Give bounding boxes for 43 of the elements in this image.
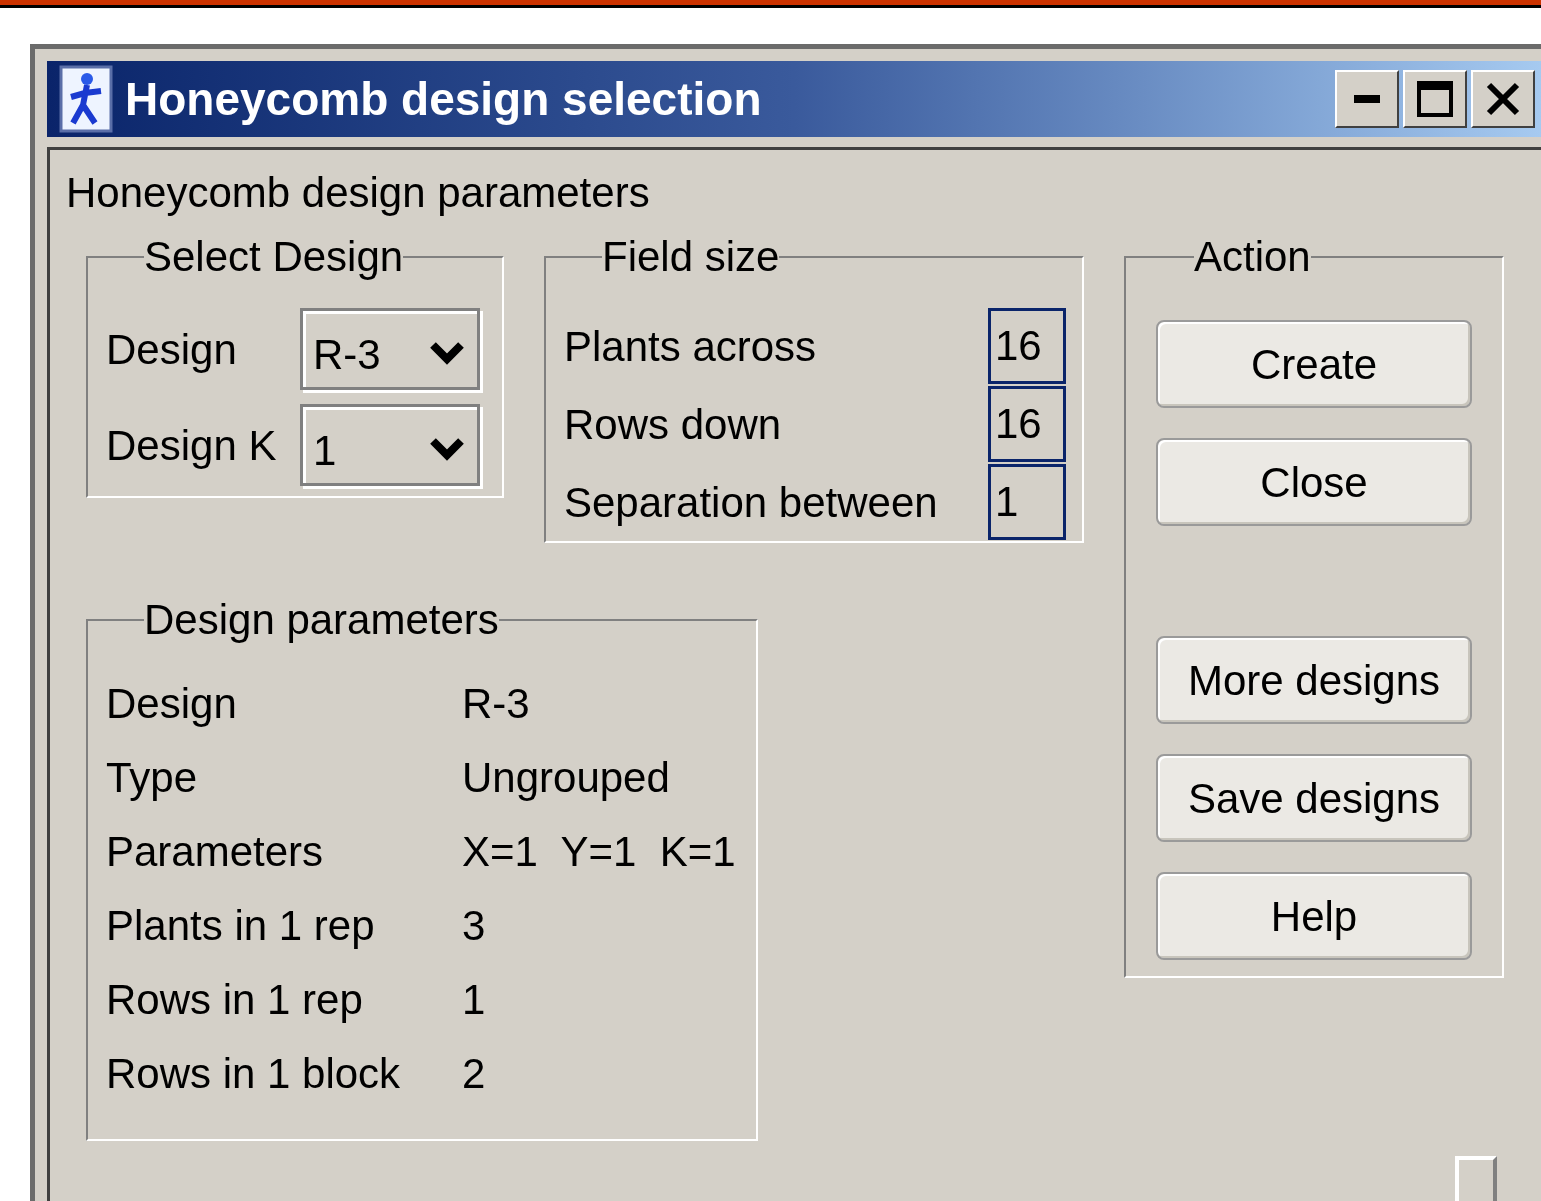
chevron-down-icon [429, 341, 465, 367]
parameter-value: R-3 [462, 683, 530, 725]
section-heading: Honeycomb design parameters [66, 172, 651, 214]
minimize-icon [1354, 95, 1380, 103]
field-label: Separation between [564, 477, 938, 528]
group-label: Select Design [144, 236, 404, 278]
maximize-icon [1417, 81, 1453, 117]
input-field[interactable]: 1 [988, 464, 1066, 540]
chevron-down-icon [429, 437, 465, 463]
runner-icon [59, 65, 115, 133]
maximize-button[interactable] [1403, 70, 1467, 128]
close-icon [1486, 82, 1520, 116]
parameter-label: Rows in 1 rep [106, 979, 364, 1021]
parameter-value: 2 [462, 1053, 486, 1095]
parameter-value: X=1 Y=1 K=1 [462, 831, 736, 873]
parameter-label: Design [106, 683, 238, 725]
field-label: Design K [106, 420, 277, 471]
field-label: Plants across [564, 321, 817, 372]
action-button[interactable]: More designs [1156, 636, 1472, 724]
minimize-button[interactable] [1335, 70, 1399, 128]
parameter-label: Parameters [106, 831, 325, 873]
action-button[interactable]: Create [1156, 320, 1472, 408]
input-field[interactable]: 16 [988, 386, 1066, 462]
parameter-value: 3 [462, 905, 486, 947]
field-label: Rows down [564, 399, 782, 450]
parameter-label: Type [106, 757, 199, 799]
parameter-value: Ungrouped [462, 757, 670, 799]
group-label: Design parameters [144, 599, 499, 641]
input-field[interactable]: 16 [988, 308, 1066, 384]
parameter-label: Plants in 1 rep [106, 905, 376, 947]
dropdown[interactable]: R-3 [300, 308, 480, 390]
group-label: Field size [602, 236, 780, 278]
parameter-value: 1 [462, 979, 486, 1021]
window-title: Honeycomb design selection [125, 71, 762, 127]
action-button[interactable]: Close [1156, 438, 1472, 526]
size-grip [1455, 1156, 1497, 1201]
field-label: Design [106, 324, 237, 375]
dropdown[interactable]: 1 [300, 404, 480, 486]
parameter-label: Rows in 1 block [106, 1053, 402, 1095]
group-label: Action [1194, 236, 1311, 278]
close-button[interactable] [1471, 70, 1535, 128]
action-button[interactable]: Save designs [1156, 754, 1472, 842]
action-button[interactable]: Help [1156, 872, 1472, 960]
